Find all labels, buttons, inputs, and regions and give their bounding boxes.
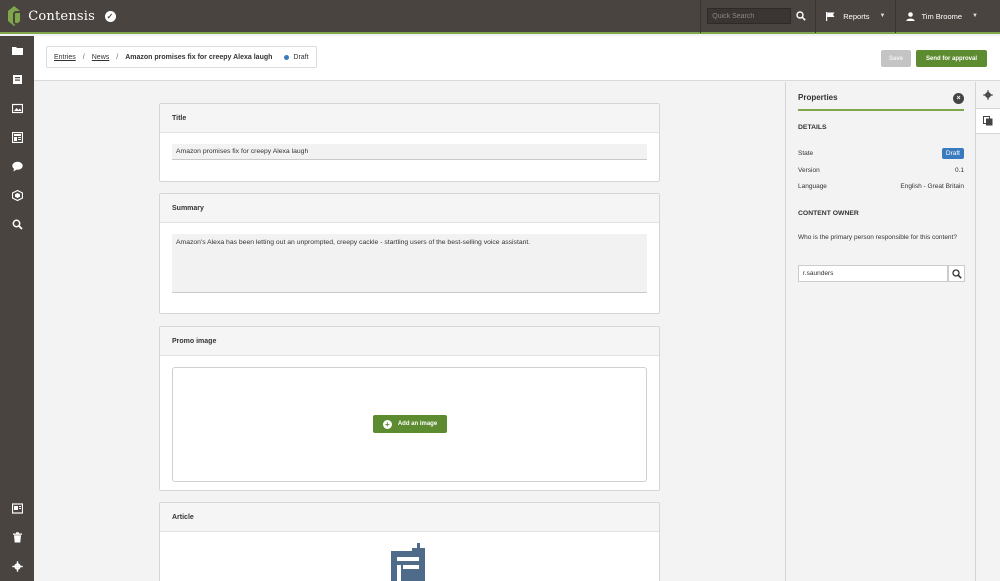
summary-field-card: Summary Amazon's Alexa has been letting …: [159, 193, 660, 314]
content-type-icon: [11, 132, 23, 143]
sidebar-item-comments[interactable]: [0, 152, 34, 181]
app-logo[interactable]: Contensis: [0, 0, 95, 33]
sidebar-item-content-types[interactable]: [0, 123, 34, 152]
state-badge: Draft: [941, 148, 964, 159]
article-field-label: Article: [160, 503, 659, 532]
quick-search-button[interactable]: [793, 8, 809, 24]
entry-header: Entries / News / Amazon promises fix for…: [34, 36, 1000, 81]
breadcrumb-current: Amazon promises fix for creepy Alexa lau…: [125, 53, 273, 61]
save-button[interactable]: Save: [881, 50, 911, 67]
content-owner-heading: CONTENT OWNER: [798, 210, 859, 217]
user-menu[interactable]: Tim Broome ▼: [895, 0, 1000, 33]
breadcrumb: Entries / News / Amazon promises fix for…: [46, 46, 317, 68]
promo-image-field-label: Promo image: [160, 327, 659, 356]
tab-settings[interactable]: [976, 82, 1000, 108]
search-icon: [796, 11, 807, 21]
promo-image-field-card: Promo image + Add an image: [159, 326, 660, 491]
summary-textarea[interactable]: Amazon's Alexa has been letting out an u…: [172, 234, 647, 293]
details-heading: DETAILS: [798, 124, 827, 131]
flag-icon: [826, 11, 835, 21]
sidebar-item-projects[interactable]: [0, 181, 34, 210]
owner-search-button[interactable]: [948, 265, 965, 282]
property-label: Version: [798, 167, 820, 174]
layers-icon: [11, 190, 23, 201]
breadcrumb-news[interactable]: News: [92, 54, 110, 61]
property-row-state: State Draft: [798, 148, 964, 159]
quick-search: [700, 0, 815, 33]
preview-icon: [11, 503, 23, 514]
properties-panel: Properties × DETAILS State Draft Version…: [785, 82, 975, 581]
quick-search-input[interactable]: [707, 8, 792, 24]
title-field-label: Title: [160, 104, 659, 133]
user-name: Tim Broome: [921, 11, 963, 21]
caret-down-icon: ▼: [879, 13, 886, 19]
plus-circle-icon: +: [382, 419, 392, 429]
sidebar-item-settings[interactable]: [0, 552, 34, 581]
property-value: 0.1: [954, 167, 964, 174]
image-drop-zone[interactable]: + Add an image: [172, 367, 647, 482]
search-icon: [12, 219, 23, 230]
title-field-card: Title Amazon promises fix for creepy Ale…: [159, 103, 660, 182]
tab-properties[interactable]: [976, 108, 1000, 134]
right-tab-strip: [975, 82, 1000, 581]
entry-editor: Title Amazon promises fix for creepy Ale…: [34, 82, 785, 581]
app-name: Contensis: [28, 8, 95, 24]
top-bar: Contensis ✓ Reports ▼ Tim Broome ▼: [0, 0, 1000, 34]
comment-icon: [11, 161, 23, 172]
add-image-button[interactable]: + Add an image: [373, 415, 447, 433]
gear-icon: [983, 90, 993, 100]
summary-field-label: Summary: [160, 194, 659, 223]
property-value: English - Great Britain: [900, 183, 964, 190]
trash-icon: [12, 532, 22, 543]
properties-title: Properties: [798, 93, 838, 102]
send-for-approval-button[interactable]: Send for approval: [916, 50, 987, 67]
status-dot-icon: [284, 54, 290, 60]
user-icon: [906, 11, 916, 21]
folder-icon: [11, 47, 23, 55]
left-sidebar: [0, 36, 34, 581]
reports-menu[interactable]: Reports ▼: [815, 0, 895, 33]
property-row-version: Version 0.1: [798, 167, 964, 174]
image-icon: [11, 103, 23, 114]
copy-icon: [983, 116, 993, 126]
status-badge: Draft: [293, 53, 309, 61]
status-check-button[interactable]: ✓: [95, 0, 125, 33]
check-circle-icon: ✓: [104, 10, 116, 22]
property-label: State: [798, 150, 814, 157]
owner-input[interactable]: r.saunders: [798, 265, 948, 282]
close-icon[interactable]: ×: [953, 93, 964, 104]
add-component-icon[interactable]: [389, 543, 429, 581]
reports-label: Reports: [843, 11, 870, 21]
sidebar-item-entries[interactable]: [0, 65, 34, 94]
sidebar-item-folders[interactable]: [0, 36, 34, 65]
caret-down-icon: ▼: [972, 13, 978, 19]
sidebar-item-images[interactable]: [0, 94, 34, 123]
entries-icon: [12, 75, 22, 84]
property-row-language: Language English - Great Britain: [798, 183, 964, 190]
property-label: Language: [798, 183, 827, 190]
gear-icon: [11, 561, 23, 572]
contensis-logo-icon: [8, 6, 21, 26]
add-image-label: Add an image: [397, 421, 438, 427]
sidebar-item-recycle-bin[interactable]: [0, 523, 34, 552]
search-icon: [951, 268, 962, 279]
sidebar-item-search[interactable]: [0, 210, 34, 239]
owner-question: Who is the primary person responsible fo…: [798, 234, 957, 241]
article-field-card: Article: [159, 502, 660, 581]
sidebar-item-preview[interactable]: [0, 494, 34, 523]
title-input[interactable]: Amazon promises fix for creepy Alexa lau…: [172, 144, 647, 160]
breadcrumb-entries[interactable]: Entries: [54, 54, 76, 61]
